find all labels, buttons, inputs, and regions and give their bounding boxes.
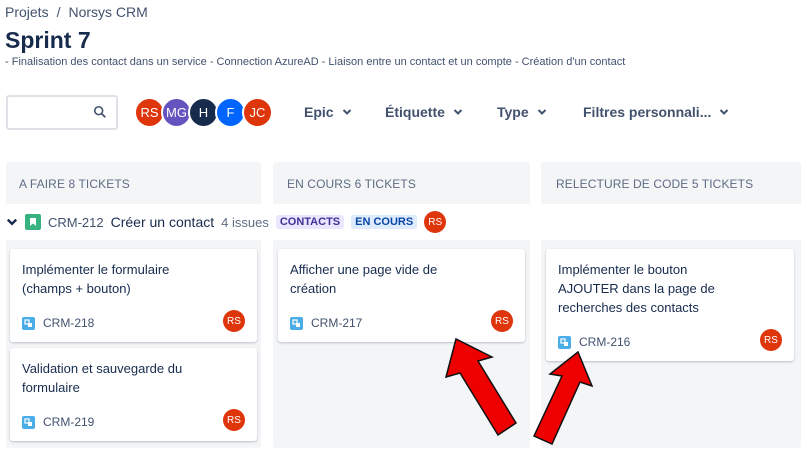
subtask-icon xyxy=(22,316,35,330)
card-footer: CRM-219 xyxy=(22,415,94,429)
swimlane-count: 4 issues xyxy=(221,214,269,230)
story-icon xyxy=(25,214,41,230)
chevron-down-icon xyxy=(537,109,546,115)
issue-card[interactable]: Implémenter le bouton AJOUTER dans la pa… xyxy=(546,249,794,361)
issue-key[interactable]: CRM-216 xyxy=(579,335,630,349)
card-summary: Implémenter le bouton AJOUTER dans la pa… xyxy=(558,262,715,315)
avatar[interactable]: RS xyxy=(760,329,782,351)
type-filter-label: Type xyxy=(497,104,529,120)
avatar[interactable]: RS xyxy=(223,409,245,431)
sprint-goal: - Finalisation des contact dans un servi… xyxy=(5,56,626,68)
epic-filter[interactable]: Epic xyxy=(304,104,352,120)
chevron-down-icon xyxy=(720,109,729,115)
swimlane-name: Créer un contact xyxy=(110,214,215,230)
epic-filter-label: Epic xyxy=(304,104,334,120)
column-header-code-review: RELECTURE DE CODE 5 TICKETS xyxy=(556,177,754,191)
card-footer: CRM-216 xyxy=(558,335,630,349)
custom-filters-label: Filtres personnali... xyxy=(583,104,712,120)
type-filter[interactable]: Type xyxy=(497,104,547,120)
subtask-icon xyxy=(22,415,35,429)
custom-filters[interactable]: Filtres personnali... xyxy=(583,104,729,120)
annotation-arrow-icon xyxy=(532,350,594,445)
card-footer: CRM-218 xyxy=(22,316,94,330)
issue-key[interactable]: CRM-217 xyxy=(311,316,362,330)
issue-card[interactable]: Implémenter le formulaire (champs + bout… xyxy=(10,249,257,342)
issue-key[interactable]: CRM-219 xyxy=(43,415,94,429)
column-header-todo: A FAIRE 8 TICKETS xyxy=(19,177,130,191)
breadcrumb-project[interactable]: Norsys CRM xyxy=(68,4,147,20)
avatar[interactable]: RS xyxy=(223,310,245,332)
card-summary: Validation et sauvegarde du formulaire xyxy=(22,361,183,395)
card-footer: CRM-217 xyxy=(290,316,362,330)
page-title: Sprint 7 xyxy=(5,27,91,53)
issue-key[interactable]: CRM-218 xyxy=(43,316,94,330)
epic-badge: CONTACTS xyxy=(275,215,345,229)
chevron-down-icon xyxy=(342,109,351,115)
status-badge: EN COURS xyxy=(351,215,418,229)
chevron-down-icon[interactable] xyxy=(6,216,18,228)
avatar[interactable]: RS xyxy=(491,310,513,332)
subtask-icon xyxy=(558,335,571,349)
chevron-down-icon xyxy=(453,109,463,115)
card-summary: Afficher une page vide de création xyxy=(290,262,438,296)
search-input[interactable] xyxy=(6,95,118,130)
label-filter[interactable]: Étiquette xyxy=(385,104,463,120)
issue-card[interactable]: Validation et sauvegarde du formulaire C… xyxy=(10,348,257,441)
subtask-icon xyxy=(290,316,303,330)
breadcrumb-separator: / xyxy=(56,4,61,20)
avatar[interactable]: JC xyxy=(242,97,273,128)
search-icon xyxy=(93,105,106,118)
breadcrumb: Projets / Norsys CRM xyxy=(5,4,148,20)
swimlane-key[interactable]: CRM-212 xyxy=(48,215,104,230)
label-filter-label: Étiquette xyxy=(385,104,445,120)
avatar[interactable]: RS xyxy=(424,211,447,233)
card-summary: Implémenter le formulaire (champs + bout… xyxy=(22,262,170,296)
assignee-avatars: RS MG H F JC xyxy=(134,97,273,128)
issue-card[interactable]: Afficher une page vide de création CRM-2… xyxy=(278,249,525,342)
column-header-in-progress: EN COURS 6 TICKETS xyxy=(287,177,416,191)
annotation-arrow-icon xyxy=(444,337,518,437)
breadcrumb-projects[interactable]: Projets xyxy=(5,4,49,20)
swimlane-header[interactable]: CRM-212 Créer un contact 4 issues CONTAC… xyxy=(6,211,447,233)
